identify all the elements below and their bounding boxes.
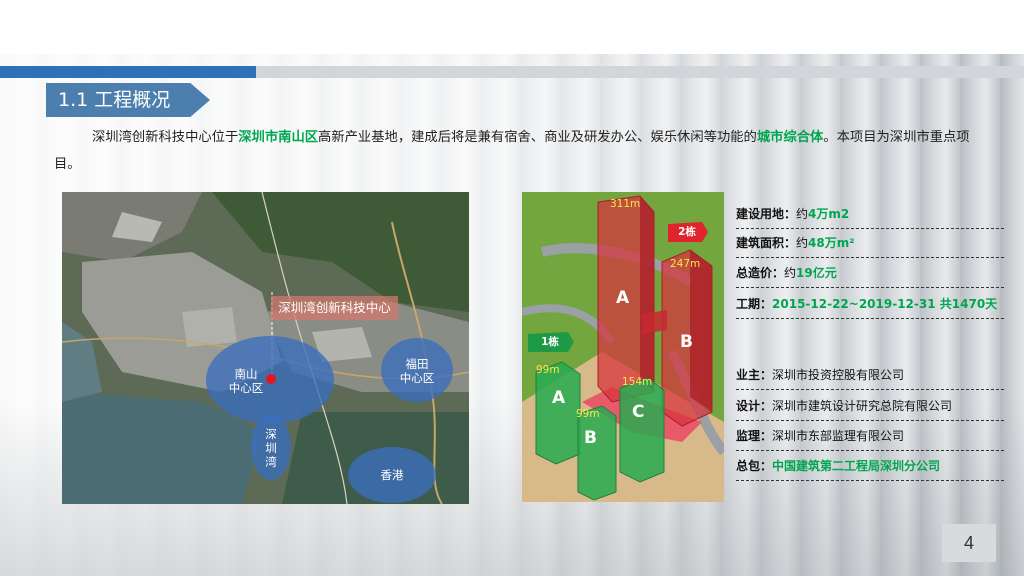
satellite-map: 深圳湾创新科技中心 南山 中心区 福田 中心区 深 圳 湾 香港	[62, 192, 469, 504]
tower-a-label: A	[616, 288, 630, 308]
tower-b-label: B	[680, 332, 693, 352]
tower-c-small-label: C	[632, 402, 645, 422]
intro-text-1: 深圳湾创新科技中心位于	[92, 130, 239, 145]
project-location-label: 深圳湾创新科技中心	[271, 296, 398, 320]
tower-b-small-label: B	[584, 428, 597, 448]
flag-building-2: 2栋	[678, 226, 696, 238]
header-divider-bar	[256, 66, 1024, 78]
info-contractor: 总包：中国建筑第二工程局深圳分公司	[736, 455, 1004, 481]
intro-highlight-complex: 城市综合体	[756, 130, 824, 145]
intro-paragraph: 深圳湾创新科技中心位于深圳市南山区高新产业基地，建成后将是兼有宿舍、商业及研发办…	[54, 124, 974, 178]
height-99m-a: 99m	[536, 364, 560, 376]
info-period: 工期：2015-12-22~2019-12-31 共1470天	[736, 293, 1004, 319]
section-title: 1.1 工程概况	[46, 83, 210, 117]
intro-highlight-district: 深圳市南山区	[238, 130, 319, 145]
tower-a-small-label: A	[552, 388, 566, 408]
height-247m: 247m	[670, 258, 701, 270]
header-accent-bar	[0, 66, 256, 78]
zone-shenzhen-bay: 深 圳 湾	[265, 427, 277, 469]
page-number: 4	[942, 524, 996, 562]
zone-hongkong: 香港	[380, 468, 404, 482]
info-design: 设计：深圳市建筑设计研究总院有限公司	[736, 395, 1004, 421]
info-supervision: 监理：深圳市东部监理有限公司	[736, 425, 1004, 451]
height-311m: 311m	[610, 198, 641, 210]
height-99m-b: 99m	[576, 408, 600, 420]
info-area: 建筑面积：约48万m²	[736, 232, 1004, 258]
building-render: A B A B C 311m 247m 99m 99m 154m 2栋 1栋	[522, 192, 724, 502]
zone-futian: 福田 中心区	[399, 357, 435, 385]
info-land: 建设用地：约4万m2	[736, 203, 1004, 229]
intro-text-2: 高新产业基地，建成后将是兼有宿舍、商业及研发办公、娱乐休闲等功能的	[318, 130, 757, 145]
info-cost: 总造价：约19亿元	[736, 262, 1004, 288]
flag-building-1: 1栋	[541, 336, 559, 348]
height-154m: 154m	[622, 376, 653, 388]
info-owner: 业主：深圳市投资控股有限公司	[736, 364, 1004, 390]
zone-nanshan: 南山 中心区	[228, 367, 264, 395]
top-band	[0, 0, 1024, 54]
